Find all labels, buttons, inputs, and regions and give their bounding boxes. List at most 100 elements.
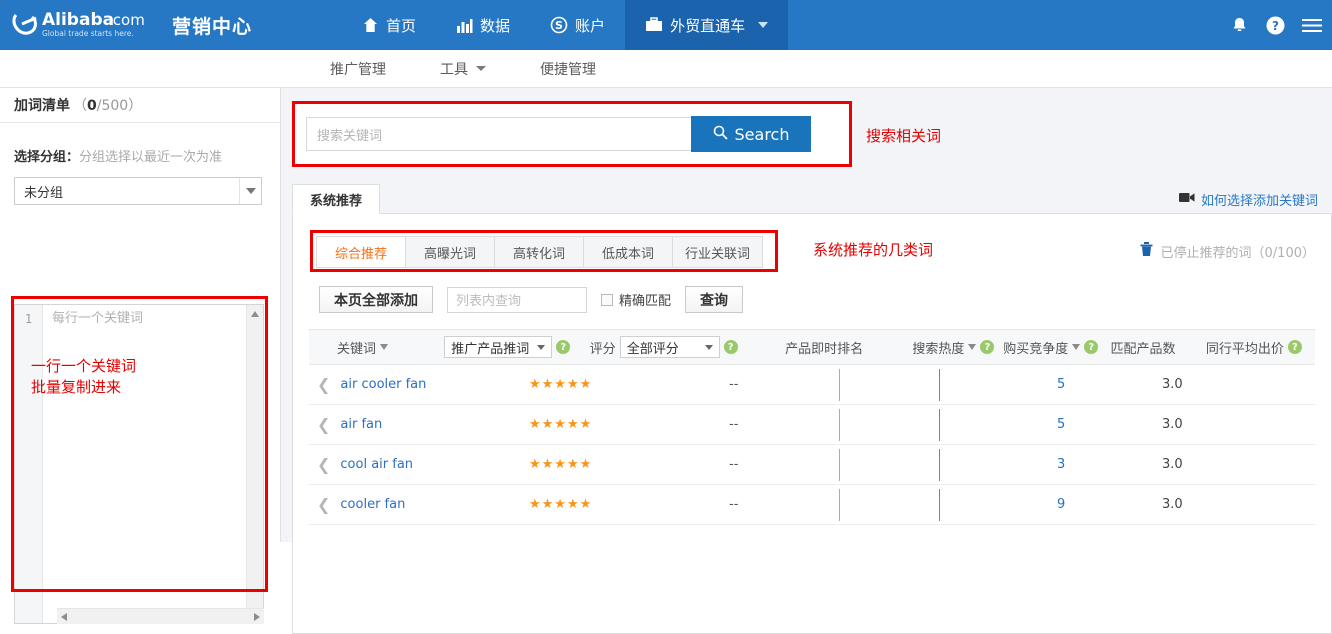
th-buy-competition[interactable]: 购买竞争度 ? xyxy=(1003,338,1110,357)
search-heat-bar xyxy=(839,489,840,521)
chevron-down-icon xyxy=(476,66,486,71)
list-query-placeholder: 列表内查询 xyxy=(456,290,521,309)
row-keyword-link[interactable]: cooler fan xyxy=(340,497,405,512)
help-icon[interactable]: ? xyxy=(980,340,994,354)
score-filter-select[interactable]: 全部评分 xyxy=(620,336,720,358)
keyword-cart-count-current: 0 xyxy=(87,98,97,114)
exact-match-checkbox[interactable]: 精确匹配 xyxy=(601,290,671,309)
stopped-recommendation-link[interactable]: 已停止推荐的词（0/100） xyxy=(1139,241,1315,261)
row-matched-products[interactable]: 5 xyxy=(1057,377,1162,392)
annotation-search-note: 搜索相关词 xyxy=(866,126,941,147)
group-select[interactable]: 未分组 xyxy=(14,177,262,205)
top-header-bar: Alibaba .com Global trade starts here. 营… xyxy=(0,0,1332,50)
row-matched-products[interactable]: 3 xyxy=(1057,457,1162,472)
table-row[interactable]: ❮ air fan ★★★★★ -- 5 3.0 xyxy=(309,405,1315,445)
dollar-circle-icon: S xyxy=(550,16,568,34)
row-keyword-link[interactable]: cool air fan xyxy=(340,457,413,472)
th-search-heat[interactable]: 搜索热度 ? xyxy=(912,338,1003,357)
alibaba-logo: Alibaba .com Global trade starts here. xyxy=(12,8,162,42)
brand-area[interactable]: Alibaba .com Global trade starts here. 营… xyxy=(0,0,252,50)
row-peer-avg-bid: 3.0 xyxy=(1162,377,1282,392)
filter-tab-comprehensive[interactable]: 综合推荐 xyxy=(317,237,406,267)
search-card: 搜索关键词 Search xyxy=(292,101,852,167)
subnav-item-quick-management-label: 便捷管理 xyxy=(540,59,596,79)
row-matched-products[interactable]: 5 xyxy=(1057,417,1162,432)
panel-tabstrip: 系统推荐 如何选择添加关键词 xyxy=(292,184,1332,214)
help-icon[interactable]: ? xyxy=(556,340,570,354)
bar-chart-icon xyxy=(456,17,473,34)
search-button[interactable]: Search xyxy=(691,116,811,152)
editor-text-area[interactable]: 每行一个关键词 xyxy=(43,305,246,623)
row-score-stars: ★★★★★ xyxy=(529,497,729,512)
editor-vertical-scrollbar[interactable] xyxy=(246,305,263,623)
checkbox-box-icon xyxy=(601,294,613,306)
row-instant-rank: -- xyxy=(729,457,839,472)
sort-desc-icon[interactable] xyxy=(1072,344,1080,350)
menu-hamburger-icon[interactable] xyxy=(1302,18,1322,33)
annotation-keyword-textarea-note: 一行一个关键词 批量复制进来 xyxy=(31,356,136,398)
howto-add-keyword-link[interactable]: 如何选择添加关键词 xyxy=(1179,190,1318,209)
main-area: 加词清单 （0/500） 选择分组：分组选择以最近一次为准 未分组 1 每行一个… xyxy=(0,88,1332,542)
add-all-on-page-button[interactable]: 本页全部添加 xyxy=(319,286,433,313)
buy-competition-bar xyxy=(939,369,940,401)
search-input[interactable]: 搜索关键词 xyxy=(306,117,691,151)
filter-tab-high-exposure-label: 高曝光词 xyxy=(424,243,476,262)
row-keyword-link[interactable]: air cooler fan xyxy=(340,377,426,392)
recommendation-table: 关键词 推广产品推词 ? 评分 全部评分 xyxy=(309,329,1315,525)
nav-item-home[interactable]: 首页 xyxy=(342,0,436,50)
row-keyword-link[interactable]: air fan xyxy=(340,417,382,432)
keyword-source-select[interactable]: 推广产品推词 xyxy=(444,336,552,358)
th-keyword-source: 推广产品推词 ? xyxy=(444,336,589,358)
briefcase-icon xyxy=(645,17,663,33)
list-query-input[interactable]: 列表内查询 xyxy=(447,287,587,313)
search-heat-bar xyxy=(839,369,840,401)
sort-desc-icon[interactable] xyxy=(380,344,388,350)
nav-item-data[interactable]: 数据 xyxy=(436,0,530,50)
chevron-left-icon[interactable]: ❮ xyxy=(317,417,330,433)
group-select-label: 选择分组：分组选择以最近一次为准 xyxy=(14,146,280,165)
nav-item-data-label: 数据 xyxy=(480,15,510,36)
chevron-left-icon[interactable]: ❮ xyxy=(317,497,330,513)
keyword-textarea[interactable]: 1 每行一个关键词 xyxy=(14,304,264,624)
content-area: 搜索关键词 Search 搜索相关词 系统推荐 xyxy=(281,88,1332,542)
subnav-item-promotion-management[interactable]: 推广管理 xyxy=(330,59,386,79)
filter-tab-low-cost[interactable]: 低成本词 xyxy=(584,237,673,267)
bell-icon[interactable] xyxy=(1230,16,1249,35)
editor-placeholder: 每行一个关键词 xyxy=(52,310,246,328)
help-icon[interactable]: ? xyxy=(1084,340,1098,354)
group-select-hint: 分组选择以最近一次为准 xyxy=(79,150,222,165)
table-row[interactable]: ❮ cool air fan ★★★★★ -- 3 3.0 xyxy=(309,445,1315,485)
table-row[interactable]: ❮ cooler fan ★★★★★ -- 9 3.0 xyxy=(309,485,1315,525)
scroll-left-icon[interactable] xyxy=(61,613,67,621)
nav-item-account[interactable]: S 账户 xyxy=(530,0,625,50)
editor-horizontal-scrollbar[interactable] xyxy=(57,608,264,624)
chevron-down-icon[interactable] xyxy=(239,178,261,204)
sort-desc-icon[interactable] xyxy=(968,344,976,350)
filter-tab-industry-related-label: 行业关联词 xyxy=(685,243,750,262)
table-toolbar: 本页全部添加 列表内查询 精确匹配 查询 xyxy=(319,286,743,313)
row-matched-products[interactable]: 9 xyxy=(1057,497,1162,512)
query-button-label: 查询 xyxy=(700,290,728,310)
filter-tab-high-exposure[interactable]: 高曝光词 xyxy=(406,237,495,267)
header-right-icons: ? xyxy=(1230,0,1322,50)
tab-system-recommendation[interactable]: 系统推荐 xyxy=(292,184,380,214)
nav-item-home-label: 首页 xyxy=(386,15,416,36)
nav-item-waimao-zhitongche[interactable]: 外贸直通车 xyxy=(625,0,788,50)
chevron-left-icon[interactable]: ❮ xyxy=(317,457,330,473)
row-buy-competition-bar-cell xyxy=(939,410,1057,440)
help-icon[interactable]: ? xyxy=(1288,340,1302,354)
buy-competition-bar xyxy=(939,409,940,441)
row-buy-competition-bar-cell xyxy=(939,490,1057,520)
chevron-left-icon[interactable]: ❮ xyxy=(317,377,330,393)
query-button[interactable]: 查询 xyxy=(685,286,743,313)
subnav-item-quick-management[interactable]: 便捷管理 xyxy=(540,59,596,79)
subnav-item-tools[interactable]: 工具 xyxy=(440,59,486,79)
help-circle-icon[interactable]: ? xyxy=(1265,15,1286,36)
buy-competition-bar xyxy=(939,489,940,521)
scroll-up-icon[interactable] xyxy=(247,305,263,322)
help-icon[interactable]: ? xyxy=(724,340,738,354)
scroll-right-icon[interactable] xyxy=(254,613,260,621)
filter-tab-high-conversion[interactable]: 高转化词 xyxy=(495,237,584,267)
table-row[interactable]: ❮ air cooler fan ★★★★★ -- 5 3.0 xyxy=(309,365,1315,405)
filter-tab-industry-related[interactable]: 行业关联词 xyxy=(673,237,762,267)
